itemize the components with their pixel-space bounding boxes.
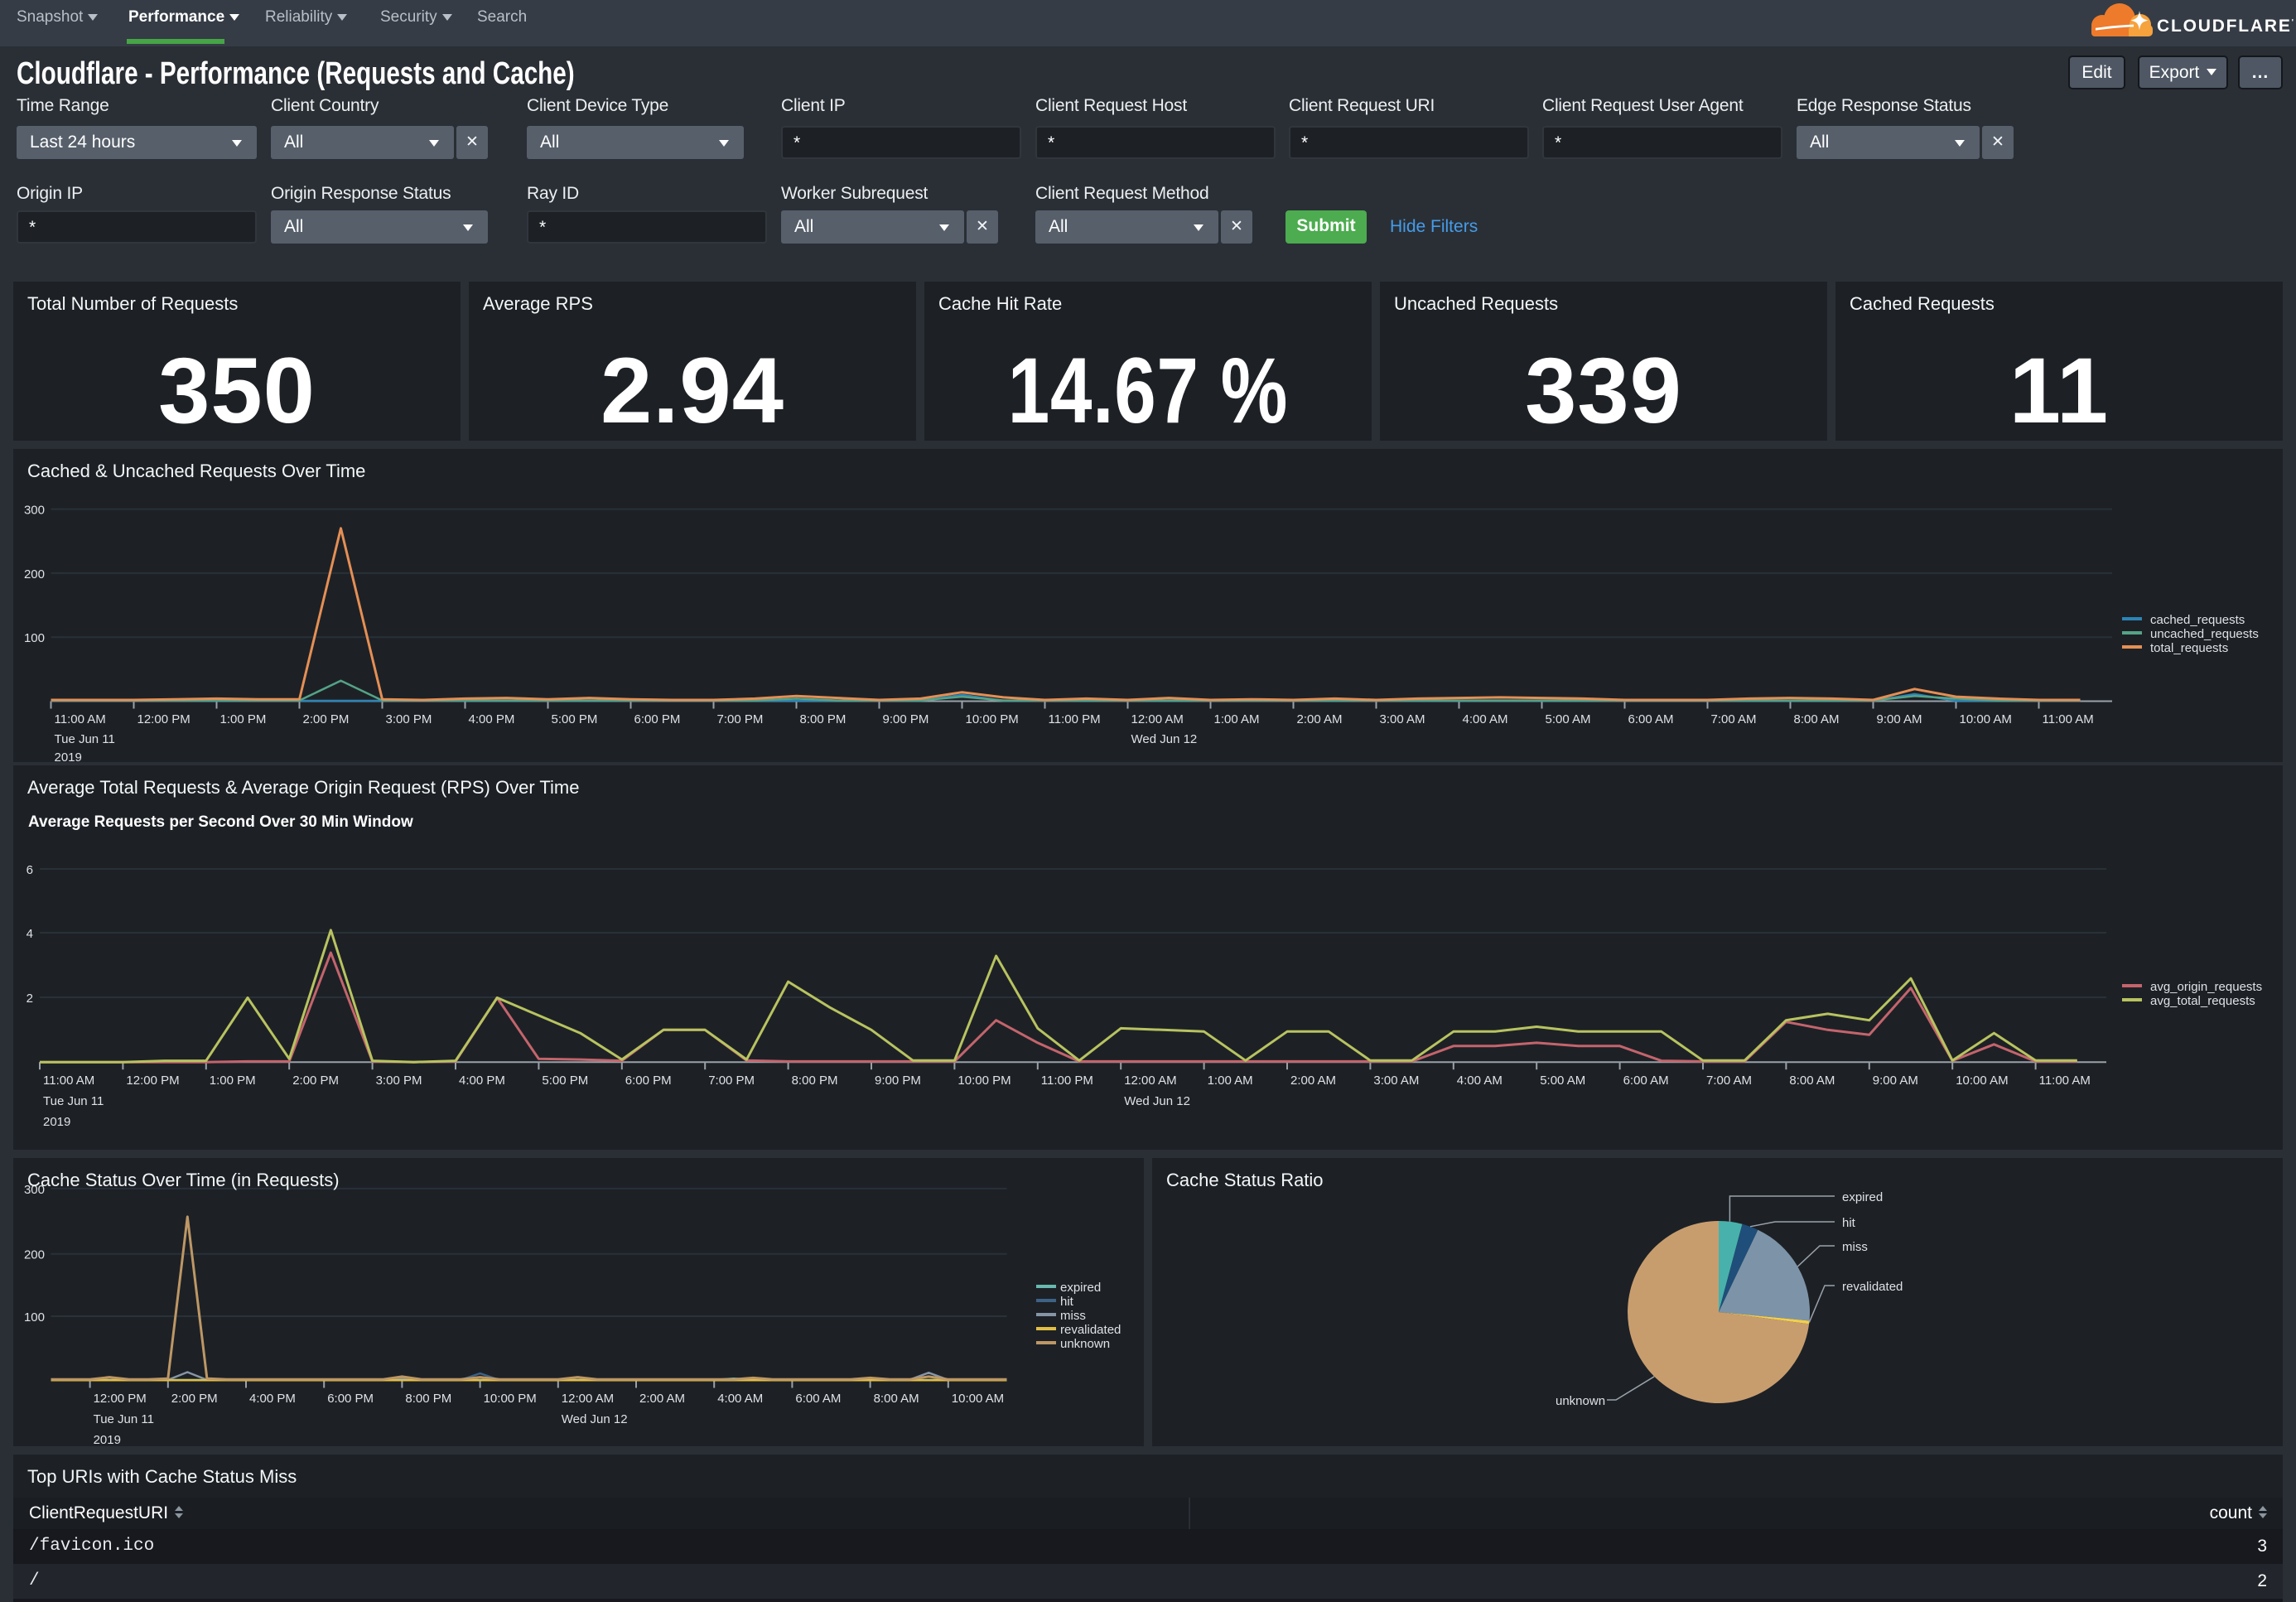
svg-text:6:00 AM: 6:00 AM: [1623, 1074, 1669, 1088]
svg-text:4:00 AM: 4:00 AM: [1463, 712, 1508, 726]
svg-text:miss: miss: [1842, 1240, 1868, 1254]
svg-text:5:00 AM: 5:00 AM: [1540, 1074, 1585, 1088]
svg-text:1:00 PM: 1:00 PM: [220, 712, 267, 726]
svg-text:2:00 PM: 2:00 PM: [171, 1392, 218, 1406]
svg-text:3:00 PM: 3:00 PM: [386, 712, 432, 726]
svg-text:2:00 PM: 2:00 PM: [303, 712, 350, 726]
svg-text:Wed Jun 12: Wed Jun 12: [562, 1412, 628, 1426]
svg-text:8:00 PM: 8:00 PM: [405, 1392, 451, 1406]
svg-text:100: 100: [24, 631, 45, 645]
svg-text:9:00 AM: 9:00 AM: [1877, 712, 1922, 726]
svg-text:2019: 2019: [55, 750, 82, 762]
svg-text:6:00 AM: 6:00 AM: [795, 1392, 841, 1406]
svg-text:miss: miss: [1060, 1309, 1086, 1323]
svg-text:revalidated: revalidated: [1842, 1280, 1903, 1294]
svg-text:7:00 PM: 7:00 PM: [717, 712, 764, 726]
svg-text:7:00 AM: 7:00 AM: [1711, 712, 1757, 726]
svg-text:uncached_requests: uncached_requests: [2150, 627, 2259, 641]
svg-text:7:00 AM: 7:00 AM: [1706, 1074, 1752, 1088]
svg-text:3:00 PM: 3:00 PM: [376, 1074, 422, 1088]
svg-text:2:00 AM: 2:00 AM: [1290, 1074, 1336, 1088]
svg-text:100: 100: [24, 1310, 45, 1325]
svg-text:total_requests: total_requests: [2150, 641, 2228, 655]
svg-text:avg_total_requests: avg_total_requests: [2150, 994, 2255, 1008]
svg-text:avg_origin_requests: avg_origin_requests: [2150, 980, 2262, 994]
svg-text:300: 300: [24, 504, 45, 518]
svg-text:8:00 PM: 8:00 PM: [792, 1074, 838, 1088]
svg-text:11:00 AM: 11:00 AM: [55, 712, 106, 726]
svg-text:8:00 PM: 8:00 PM: [800, 712, 847, 726]
svg-text:2:00 PM: 2:00 PM: [292, 1074, 339, 1088]
svg-text:12:00 PM: 12:00 PM: [94, 1392, 147, 1406]
svg-text:8:00 AM: 8:00 AM: [874, 1392, 919, 1406]
svg-text:2019: 2019: [94, 1433, 121, 1446]
svg-text:revalidated: revalidated: [1060, 1323, 1121, 1337]
svg-text:10:00 AM: 10:00 AM: [1960, 712, 2012, 726]
svg-text:10:00 PM: 10:00 PM: [957, 1074, 1011, 1088]
svg-text:1:00 AM: 1:00 AM: [1214, 712, 1260, 726]
svg-text:expired: expired: [1842, 1190, 1883, 1204]
svg-text:9:00 PM: 9:00 PM: [875, 1074, 921, 1088]
svg-text:4:00 AM: 4:00 AM: [717, 1392, 763, 1406]
svg-text:2:00 AM: 2:00 AM: [639, 1392, 685, 1406]
svg-text:7:00 PM: 7:00 PM: [708, 1074, 755, 1088]
svg-text:12:00 PM: 12:00 PM: [126, 1074, 179, 1088]
svg-text:Tue Jun 11: Tue Jun 11: [94, 1412, 154, 1426]
svg-text:6: 6: [27, 863, 33, 877]
svg-text:hit: hit: [1842, 1216, 1856, 1230]
svg-text:8:00 AM: 8:00 AM: [1789, 1074, 1835, 1088]
svg-text:200: 200: [24, 567, 45, 581]
svg-text:12:00 PM: 12:00 PM: [137, 712, 191, 726]
svg-text:expired: expired: [1060, 1281, 1101, 1295]
svg-text:11:00 AM: 11:00 AM: [2039, 1074, 2091, 1088]
svg-text:6:00 PM: 6:00 PM: [625, 1074, 672, 1088]
svg-text:12:00 AM: 12:00 AM: [1131, 712, 1184, 726]
svg-text:10:00 PM: 10:00 PM: [966, 712, 1019, 726]
svg-text:2: 2: [27, 992, 33, 1006]
svg-text:hit: hit: [1060, 1295, 1074, 1309]
svg-text:Tue Jun 11: Tue Jun 11: [55, 732, 115, 746]
svg-text:4:00 AM: 4:00 AM: [1457, 1074, 1503, 1088]
svg-text:4:00 PM: 4:00 PM: [459, 1074, 505, 1088]
svg-text:3:00 AM: 3:00 AM: [1380, 712, 1425, 726]
svg-text:4:00 PM: 4:00 PM: [249, 1392, 296, 1406]
svg-text:1:00 AM: 1:00 AM: [1208, 1074, 1253, 1088]
svg-text:5:00 PM: 5:00 PM: [552, 712, 598, 726]
svg-text:1:00 PM: 1:00 PM: [210, 1074, 256, 1088]
svg-text:unknown: unknown: [1060, 1337, 1110, 1351]
svg-text:11:00 PM: 11:00 PM: [1041, 1074, 1093, 1088]
svg-text:5:00 AM: 5:00 AM: [1546, 712, 1591, 726]
svg-text:6:00 PM: 6:00 PM: [634, 712, 681, 726]
svg-text:10:00 AM: 10:00 AM: [952, 1392, 1004, 1406]
svg-text:cached_requests: cached_requests: [2150, 613, 2245, 627]
svg-text:4: 4: [27, 927, 33, 941]
svg-text:Wed Jun 12: Wed Jun 12: [1131, 732, 1198, 746]
svg-text:3:00 AM: 3:00 AM: [1373, 1074, 1419, 1088]
svg-text:8:00 AM: 8:00 AM: [1794, 712, 1840, 726]
svg-text:12:00 AM: 12:00 AM: [1124, 1074, 1176, 1088]
svg-text:6:00 PM: 6:00 PM: [327, 1392, 374, 1406]
svg-text:unknown: unknown: [1556, 1394, 1605, 1408]
svg-text:2:00 AM: 2:00 AM: [1297, 712, 1343, 726]
svg-text:11:00 PM: 11:00 PM: [1049, 712, 1101, 726]
svg-text:2019: 2019: [43, 1115, 70, 1129]
svg-text:5:00 PM: 5:00 PM: [542, 1074, 588, 1088]
svg-text:9:00 AM: 9:00 AM: [1873, 1074, 1918, 1088]
svg-text:11:00 AM: 11:00 AM: [2043, 712, 2094, 726]
svg-text:10:00 PM: 10:00 PM: [484, 1392, 537, 1406]
svg-text:6:00 AM: 6:00 AM: [1628, 712, 1674, 726]
svg-text:9:00 PM: 9:00 PM: [883, 712, 929, 726]
svg-text:12:00 AM: 12:00 AM: [562, 1392, 614, 1406]
svg-text:Tue Jun 11: Tue Jun 11: [43, 1094, 104, 1108]
svg-text:11:00 AM: 11:00 AM: [43, 1074, 94, 1088]
svg-text:200: 200: [24, 1248, 45, 1262]
svg-text:4:00 PM: 4:00 PM: [469, 712, 515, 726]
svg-text:Wed Jun 12: Wed Jun 12: [1124, 1094, 1190, 1108]
svg-text:10:00 AM: 10:00 AM: [1956, 1074, 2008, 1088]
